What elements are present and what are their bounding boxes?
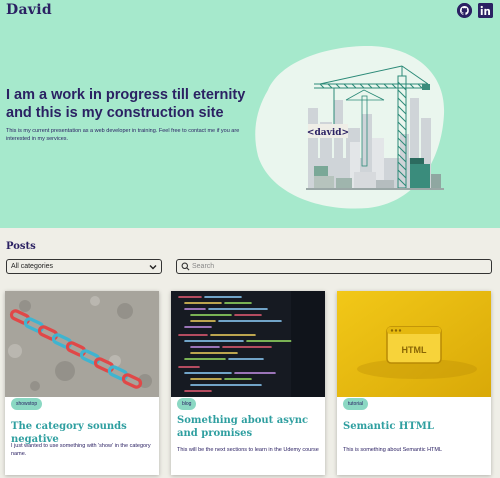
github-icon — [457, 3, 472, 18]
hero-description: This is my current presentation as a web… — [6, 128, 240, 142]
github-link[interactable] — [457, 3, 472, 18]
post-image — [5, 291, 159, 397]
category-select-value: All categories — [11, 263, 54, 270]
illustration-label: <david> — [307, 128, 349, 138]
post-image — [171, 291, 325, 397]
post-card[interactable]: showstop The category sounds negative I … — [5, 291, 159, 475]
post-excerpt: This will be the next sections to learn … — [177, 447, 319, 453]
search-icon — [181, 262, 190, 271]
hero-title: I am a work in progress till eternity an… — [6, 87, 246, 121]
post-tag[interactable]: showstop — [11, 398, 43, 410]
hero-section: David I am a work in progress till etern… — [0, 0, 500, 228]
post-title[interactable]: Semantic HTML — [343, 420, 485, 433]
post-tag[interactable]: tutorial — [343, 398, 369, 410]
posts-heading: Posts — [6, 241, 36, 252]
search-input[interactable]: Search — [176, 259, 492, 274]
post-tag[interactable]: blog — [177, 398, 197, 410]
post-excerpt: I just wanted to use something with 'sho… — [11, 443, 151, 457]
post-card[interactable]: HTML tutorial Semantic HTML This is some… — [337, 291, 491, 475]
post-title[interactable]: Something about async and promises — [177, 414, 319, 440]
html-image-label: HTML — [402, 345, 427, 355]
post-excerpt: This is something about Semantic HTML — [343, 447, 443, 453]
chevron-down-icon — [149, 265, 157, 270]
site-logo[interactable]: David — [6, 2, 52, 18]
search-placeholder: Search — [192, 263, 215, 270]
post-image: HTML — [337, 291, 491, 397]
construction-site-illustration: <david> — [255, 46, 445, 209]
post-card[interactable]: blog Something about async and promises … — [171, 291, 325, 475]
linkedin-link[interactable] — [478, 3, 493, 18]
category-select[interactable]: All categories — [6, 259, 162, 274]
linkedin-icon — [478, 3, 493, 18]
